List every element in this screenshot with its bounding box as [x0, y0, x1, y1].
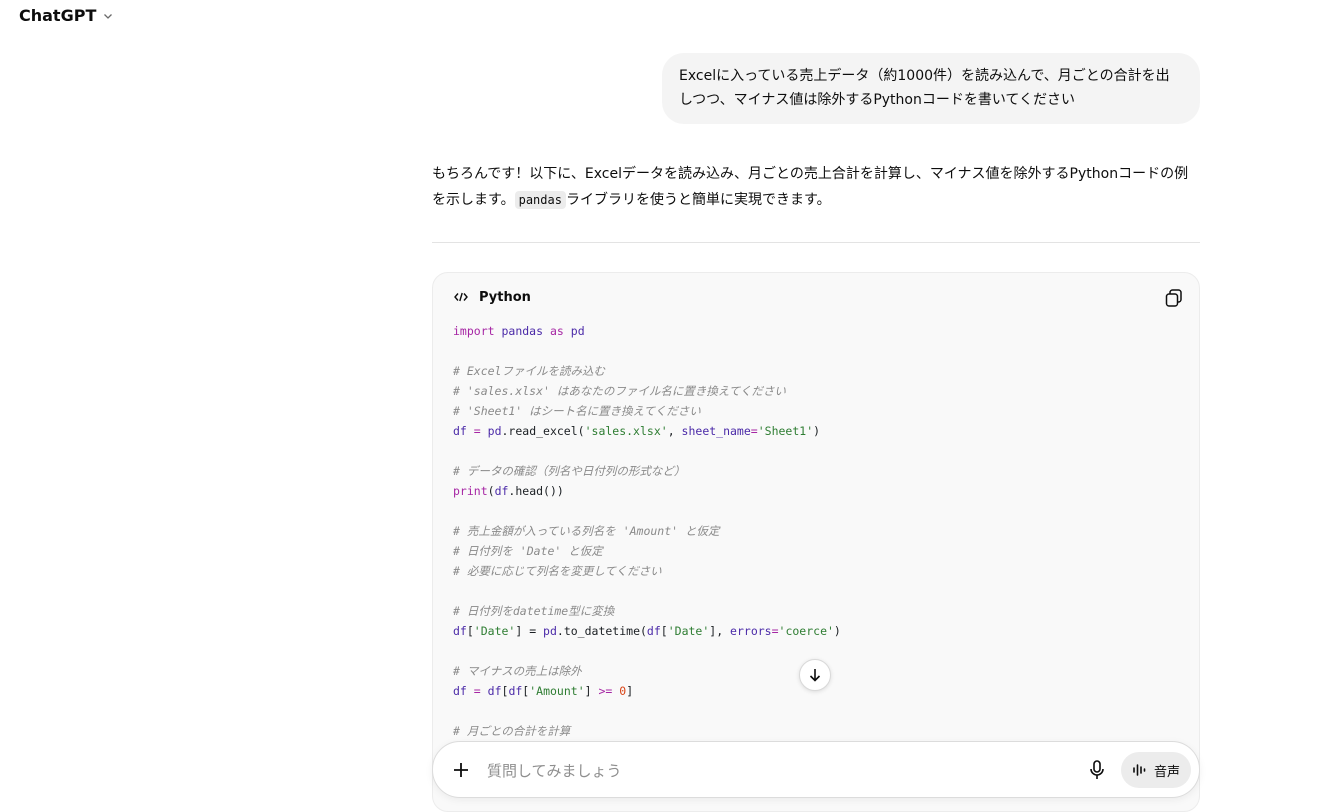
scroll-to-bottom-button[interactable] — [799, 659, 831, 691]
copy-icon[interactable] — [1163, 287, 1185, 309]
code-line: df['Date'] = pd.to_datetime(df['Date'], … — [453, 624, 841, 638]
divider — [432, 242, 1200, 243]
code-line: # 必要に応じて列名を変更してください — [453, 564, 662, 578]
code-header: Python — [453, 289, 531, 305]
model-selector[interactable]: ChatGPT — [19, 6, 114, 25]
code-body: import pandas as pd # Excelファイルを読み込む # '… — [453, 321, 841, 741]
chevron-down-icon — [104, 13, 113, 19]
code-line: df = pd.read_excel('sales.xlsx', sheet_n… — [453, 424, 821, 438]
code-icon — [454, 292, 468, 302]
code-line: # データの確認（列名や日付列の形式など） — [453, 464, 686, 478]
voice-label: 音声 — [1153, 764, 1180, 780]
assistant-message: もちろんです！以下に、Excelデータを読み込み、月ごとの売上合計を計算し、マイ… — [432, 161, 1200, 213]
code-line: # 'sales.xlsx' はあなたのファイル名に置き換えてください — [453, 384, 786, 398]
assistant-text-part: ライブラリを使うと簡単に実現できます。 — [565, 192, 831, 208]
code-line: # 日付列を 'Date' と仮定 — [453, 544, 603, 558]
inline-code: pandas — [514, 191, 566, 209]
code-line: # マイナスの売上は除外 — [453, 664, 582, 678]
code-line: # 'Sheet1' はシート名に置き換えてください — [453, 404, 701, 418]
user-message: Excelに入っている売上データ（約1000件）を読み込んで、月ごとの合計を出し… — [662, 53, 1200, 124]
code-line: # 売上金額が入っている列名を 'Amount' と仮定 — [453, 524, 720, 538]
composer: 音声 — [432, 741, 1200, 798]
arrow-down-icon — [809, 669, 821, 682]
code-block: Python import pandas as pd # Excelファイルを読… — [432, 272, 1200, 812]
code-line: df = df[df['Amount'] >= 0] — [453, 684, 634, 698]
voice-mode-button[interactable]: 音声 — [1121, 752, 1191, 788]
code-line: # 日付列をdatetime型に変換 — [453, 604, 615, 618]
microphone-icon[interactable] — [1085, 758, 1109, 782]
prompt-input[interactable] — [485, 758, 1069, 784]
code-language: Python — [479, 289, 531, 305]
code-line: # Excelファイルを読み込む — [453, 364, 605, 378]
voice-wave-icon — [1133, 764, 1146, 776]
code-line: # 月ごとの合計を計算 — [453, 724, 571, 738]
app-title: ChatGPT — [19, 6, 97, 25]
code-line: import pandas as pd — [453, 324, 585, 338]
plus-icon[interactable] — [449, 758, 473, 782]
code-line: print(df.head()) — [453, 484, 564, 498]
